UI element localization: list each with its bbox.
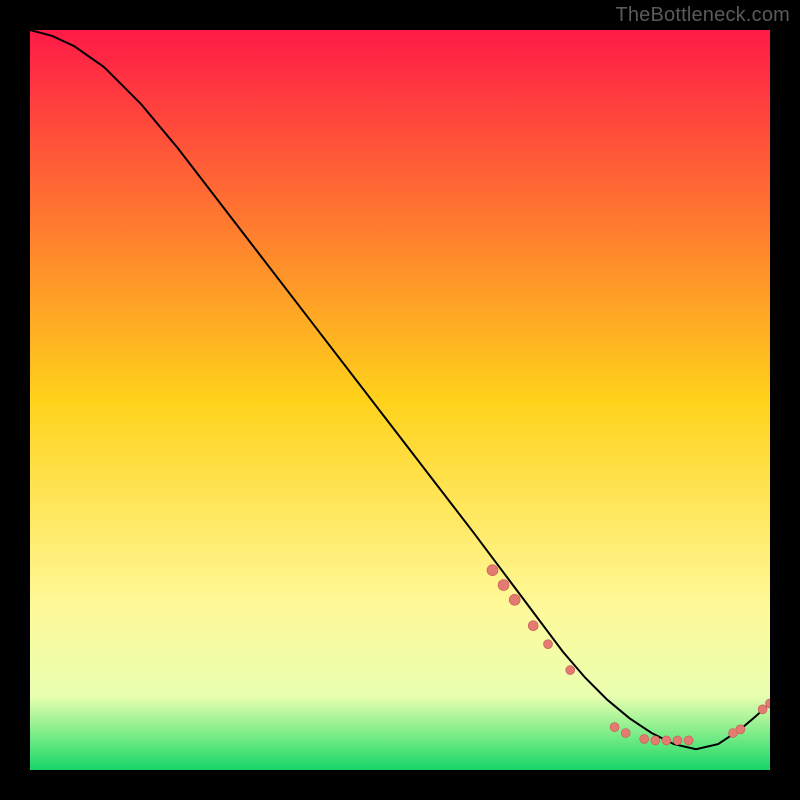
- data-marker: [509, 594, 520, 605]
- data-marker: [621, 729, 630, 738]
- chart-svg: [30, 30, 770, 770]
- data-marker: [498, 580, 509, 591]
- data-marker: [640, 734, 649, 743]
- data-marker: [566, 666, 575, 675]
- data-marker: [528, 621, 538, 631]
- data-marker: [662, 736, 671, 745]
- data-marker: [651, 736, 660, 745]
- data-marker: [544, 640, 553, 649]
- chart-plot-area: [30, 30, 770, 770]
- data-marker: [487, 565, 498, 576]
- data-marker: [610, 723, 619, 732]
- data-marker: [736, 725, 745, 734]
- data-marker: [758, 705, 767, 714]
- watermark-text: TheBottleneck.com: [615, 4, 790, 27]
- chart-frame: TheBottleneck.com: [0, 0, 800, 800]
- data-marker: [684, 736, 693, 745]
- data-marker: [673, 736, 682, 745]
- gradient-background: [30, 30, 770, 770]
